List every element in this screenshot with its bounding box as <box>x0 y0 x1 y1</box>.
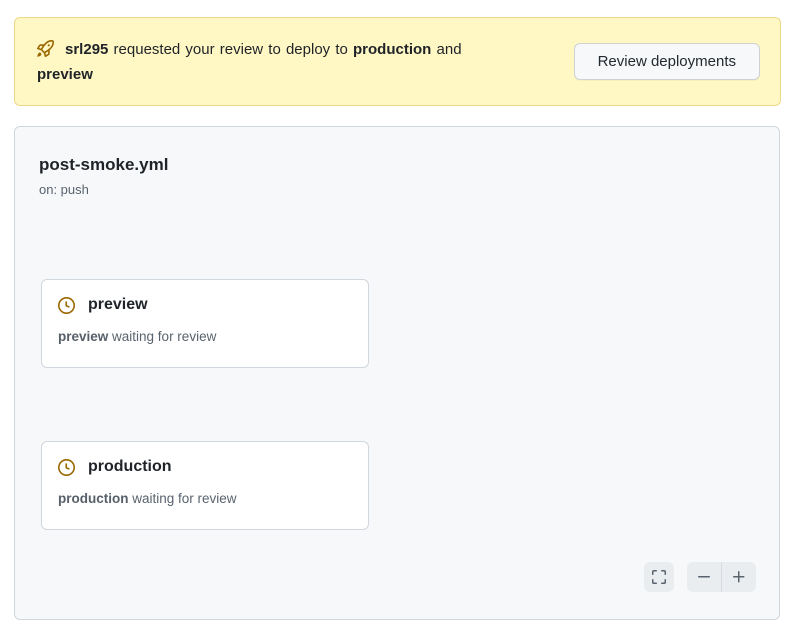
plus-icon <box>731 569 747 585</box>
zoom-out-button[interactable] <box>687 562 722 592</box>
rocket-icon <box>37 40 54 57</box>
clock-icon <box>58 459 75 476</box>
job-status: preview waiting for review <box>58 328 352 346</box>
deployment-review-banner: srl295 requested your review to deploy t… <box>14 17 781 106</box>
workflow-title: post-smoke.yml <box>39 153 168 177</box>
workflow-header: post-smoke.yml on: push <box>39 153 168 199</box>
fullscreen-button[interactable] <box>644 562 674 592</box>
zoom-in-button[interactable] <box>722 562 757 592</box>
workflow-trigger: on: push <box>39 181 168 199</box>
job-status-text: waiting for review <box>108 329 216 344</box>
job-status: production waiting for review <box>58 490 352 508</box>
dash-icon <box>696 569 712 585</box>
screen-full-icon <box>651 569 667 585</box>
job-name: preview <box>88 295 148 315</box>
workflow-graph-card: post-smoke.yml on: push preview preview … <box>14 126 780 620</box>
job-card-preview[interactable]: preview preview waiting for review <box>41 279 369 368</box>
job-status-env: production <box>58 491 129 506</box>
banner-actor: srl295 <box>65 41 108 58</box>
banner-env-production: production <box>353 41 431 58</box>
job-row: production <box>58 457 352 477</box>
banner-env-preview: preview <box>37 66 93 83</box>
banner-text-middle: requested your review to deploy to <box>108 41 353 58</box>
clock-icon <box>58 297 75 314</box>
banner-conjunction: and <box>431 41 461 58</box>
review-deployments-button[interactable]: Review deployments <box>574 43 760 80</box>
job-row: preview <box>58 295 352 315</box>
banner-message: srl295 requested your review to deploy t… <box>37 37 521 87</box>
job-name: production <box>88 457 172 477</box>
job-status-env: preview <box>58 329 108 344</box>
zoom-control <box>687 562 756 592</box>
job-status-text: waiting for review <box>129 491 237 506</box>
job-card-production[interactable]: production production waiting for review <box>41 441 369 530</box>
graph-controls <box>644 562 756 592</box>
